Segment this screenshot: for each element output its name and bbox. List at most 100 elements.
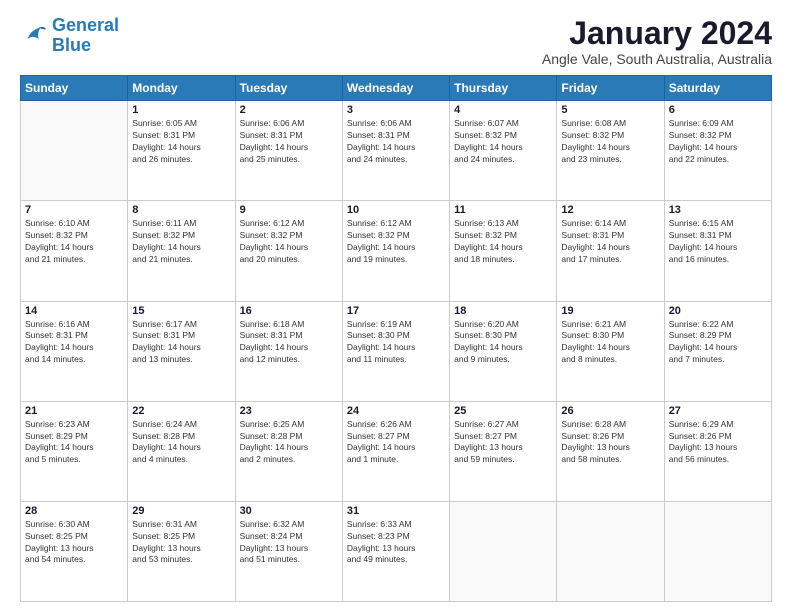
col-saturday: Saturday — [664, 76, 771, 101]
day-number: 21 — [25, 405, 123, 417]
day-info: Sunrise: 6:06 AM Sunset: 8:31 PM Dayligh… — [347, 118, 445, 166]
table-cell: 29 Sunrise: 6:31 AM Sunset: 8:25 PM Dayli… — [128, 501, 235, 601]
day-number: 29 — [132, 505, 230, 517]
col-wednesday: Wednesday — [342, 76, 449, 101]
day-info: Sunrise: 6:27 AM Sunset: 8:27 PM Dayligh… — [454, 419, 552, 467]
logo: GeneralBlue — [20, 16, 119, 56]
day-number: 14 — [25, 305, 123, 317]
day-number: 1 — [132, 104, 230, 116]
table-cell: 15 Sunrise: 6:17 AM Sunset: 8:31 PM Dayli… — [128, 301, 235, 401]
day-number: 10 — [347, 204, 445, 216]
day-number: 17 — [347, 305, 445, 317]
table-cell: 4 Sunrise: 6:07 AM Sunset: 8:32 PM Daylig… — [450, 101, 557, 201]
day-info: Sunrise: 6:18 AM Sunset: 8:31 PM Dayligh… — [240, 319, 338, 367]
table-cell: 30 Sunrise: 6:32 AM Sunset: 8:24 PM Dayli… — [235, 501, 342, 601]
day-info: Sunrise: 6:21 AM Sunset: 8:30 PM Dayligh… — [561, 319, 659, 367]
day-info: Sunrise: 6:14 AM Sunset: 8:31 PM Dayligh… — [561, 218, 659, 266]
day-number: 22 — [132, 405, 230, 417]
day-number: 23 — [240, 405, 338, 417]
day-number: 26 — [561, 405, 659, 417]
calendar-subtitle: Angle Vale, South Australia, Australia — [542, 51, 772, 67]
day-number: 12 — [561, 204, 659, 216]
day-info: Sunrise: 6:26 AM Sunset: 8:27 PM Dayligh… — [347, 419, 445, 467]
day-info: Sunrise: 6:32 AM Sunset: 8:24 PM Dayligh… — [240, 519, 338, 567]
day-number: 25 — [454, 405, 552, 417]
col-sunday: Sunday — [21, 76, 128, 101]
calendar-title: January 2024 — [542, 16, 772, 51]
day-info: Sunrise: 6:15 AM Sunset: 8:31 PM Dayligh… — [669, 218, 767, 266]
table-cell — [664, 501, 771, 601]
calendar-table: Sunday Monday Tuesday Wednesday Thursday… — [20, 75, 772, 602]
table-cell: 3 Sunrise: 6:06 AM Sunset: 8:31 PM Daylig… — [342, 101, 449, 201]
day-number: 11 — [454, 204, 552, 216]
day-info: Sunrise: 6:24 AM Sunset: 8:28 PM Dayligh… — [132, 419, 230, 467]
day-info: Sunrise: 6:06 AM Sunset: 8:31 PM Dayligh… — [240, 118, 338, 166]
title-block: January 2024 Angle Vale, South Australia… — [542, 16, 772, 67]
table-cell: 9 Sunrise: 6:12 AM Sunset: 8:32 PM Daylig… — [235, 201, 342, 301]
table-cell: 27Sunrise: 6:29 AM Sunset: 8:26 PM Dayli… — [664, 401, 771, 501]
col-monday: Monday — [128, 76, 235, 101]
day-info: Sunrise: 6:11 AM Sunset: 8:32 PM Dayligh… — [132, 218, 230, 266]
day-number: 30 — [240, 505, 338, 517]
week-row-2: 7Sunrise: 6:10 AM Sunset: 8:32 PM Daylig… — [21, 201, 772, 301]
table-cell: 8 Sunrise: 6:11 AM Sunset: 8:32 PM Daylig… — [128, 201, 235, 301]
table-cell — [557, 501, 664, 601]
day-number: 8 — [132, 204, 230, 216]
table-cell: 24Sunrise: 6:26 AM Sunset: 8:27 PM Dayli… — [342, 401, 449, 501]
day-info: Sunrise: 6:12 AM Sunset: 8:32 PM Dayligh… — [240, 218, 338, 266]
day-number: 5 — [561, 104, 659, 116]
calendar-header-row: Sunday Monday Tuesday Wednesday Thursday… — [21, 76, 772, 101]
day-number: 19 — [561, 305, 659, 317]
week-row-5: 28Sunrise: 6:30 AM Sunset: 8:25 PM Dayli… — [21, 501, 772, 601]
table-cell: 22 Sunrise: 6:24 AM Sunset: 8:28 PM Dayli… — [128, 401, 235, 501]
day-info: Sunrise: 6:30 AM Sunset: 8:25 PM Dayligh… — [25, 519, 123, 567]
day-number: 20 — [669, 305, 767, 317]
day-number: 15 — [132, 305, 230, 317]
logo-text-block: GeneralBlue — [52, 16, 119, 56]
header: GeneralBlue January 2024 Angle Vale, Sou… — [20, 16, 772, 67]
day-info: Sunrise: 6:17 AM Sunset: 8:31 PM Dayligh… — [132, 319, 230, 367]
table-cell: 11 Sunrise: 6:13 AM Sunset: 8:32 PM Dayli… — [450, 201, 557, 301]
week-row-3: 14 Sunrise: 6:16 AM Sunset: 8:31 PM Dayli… — [21, 301, 772, 401]
table-cell: 19 Sunrise: 6:21 AM Sunset: 8:30 PM Dayli… — [557, 301, 664, 401]
logo-bird-icon — [20, 22, 48, 50]
day-number: 6 — [669, 104, 767, 116]
col-thursday: Thursday — [450, 76, 557, 101]
day-info: Sunrise: 6:13 AM Sunset: 8:32 PM Dayligh… — [454, 218, 552, 266]
table-cell: 1 Sunrise: 6:05 AM Sunset: 8:31 PM Daylig… — [128, 101, 235, 201]
day-number: 9 — [240, 204, 338, 216]
day-number: 4 — [454, 104, 552, 116]
day-info: Sunrise: 6:05 AM Sunset: 8:31 PM Dayligh… — [132, 118, 230, 166]
week-row-1: 1 Sunrise: 6:05 AM Sunset: 8:31 PM Daylig… — [21, 101, 772, 201]
page: GeneralBlue January 2024 Angle Vale, Sou… — [0, 0, 792, 612]
table-cell: 25 Sunrise: 6:27 AM Sunset: 8:27 PM Dayli… — [450, 401, 557, 501]
day-number: 13 — [669, 204, 767, 216]
day-info: Sunrise: 6:29 AM Sunset: 8:26 PM Dayligh… — [669, 419, 767, 467]
day-info: Sunrise: 6:19 AM Sunset: 8:30 PM Dayligh… — [347, 319, 445, 367]
col-friday: Friday — [557, 76, 664, 101]
day-number: 3 — [347, 104, 445, 116]
day-number: 7 — [25, 204, 123, 216]
day-info: Sunrise: 6:25 AM Sunset: 8:28 PM Dayligh… — [240, 419, 338, 467]
day-info: Sunrise: 6:28 AM Sunset: 8:26 PM Dayligh… — [561, 419, 659, 467]
table-cell: 10Sunrise: 6:12 AM Sunset: 8:32 PM Dayli… — [342, 201, 449, 301]
table-cell: 18 Sunrise: 6:20 AM Sunset: 8:30 PM Dayli… — [450, 301, 557, 401]
table-cell: 17 Sunrise: 6:19 AM Sunset: 8:30 PM Dayli… — [342, 301, 449, 401]
table-cell: 31Sunrise: 6:33 AM Sunset: 8:23 PM Dayli… — [342, 501, 449, 601]
logo-name: GeneralBlue — [52, 16, 119, 56]
day-info: Sunrise: 6:20 AM Sunset: 8:30 PM Dayligh… — [454, 319, 552, 367]
table-cell: 7Sunrise: 6:10 AM Sunset: 8:32 PM Daylig… — [21, 201, 128, 301]
week-row-4: 21 Sunrise: 6:23 AM Sunset: 8:29 PM Dayli… — [21, 401, 772, 501]
table-cell: 5 Sunrise: 6:08 AM Sunset: 8:32 PM Daylig… — [557, 101, 664, 201]
table-cell: 28Sunrise: 6:30 AM Sunset: 8:25 PM Dayli… — [21, 501, 128, 601]
table-cell: 14 Sunrise: 6:16 AM Sunset: 8:31 PM Dayli… — [21, 301, 128, 401]
table-cell: 23 Sunrise: 6:25 AM Sunset: 8:28 PM Dayli… — [235, 401, 342, 501]
day-info: Sunrise: 6:07 AM Sunset: 8:32 PM Dayligh… — [454, 118, 552, 166]
table-cell — [21, 101, 128, 201]
day-number: 31 — [347, 505, 445, 517]
day-info: Sunrise: 6:23 AM Sunset: 8:29 PM Dayligh… — [25, 419, 123, 467]
day-number: 18 — [454, 305, 552, 317]
day-info: Sunrise: 6:31 AM Sunset: 8:25 PM Dayligh… — [132, 519, 230, 567]
day-info: Sunrise: 6:16 AM Sunset: 8:31 PM Dayligh… — [25, 319, 123, 367]
day-info: Sunrise: 6:08 AM Sunset: 8:32 PM Dayligh… — [561, 118, 659, 166]
